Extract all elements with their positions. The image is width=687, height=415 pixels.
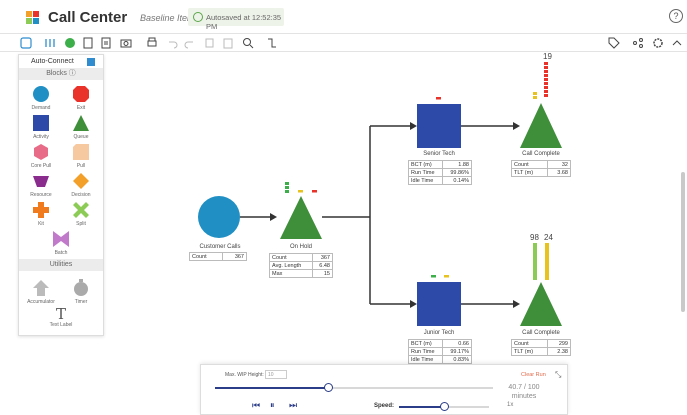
customer-calls-stats: Count 367 (188, 252, 247, 261)
on-hold-node[interactable] (280, 196, 322, 239)
triangle-icon (73, 115, 89, 131)
call-complete-bottom-stats: Count 299 TLT (m) 2.38 (511, 339, 572, 356)
call-complete-top-label: Call Complete (522, 151, 560, 157)
call-complete-top-stats: Count 32 TLT (m) 3.68 (511, 160, 572, 177)
speed-slider[interactable] (399, 402, 489, 411)
call-complete-top-count: 19 (543, 52, 552, 61)
customer-calls-node[interactable] (198, 196, 240, 238)
run-time-readout: 40.7 / 100 minutes (508, 384, 540, 400)
block-demand[interactable]: Demand (21, 85, 61, 111)
block-batch[interactable]: Batch (41, 230, 81, 256)
run-progress-slider[interactable] (215, 383, 493, 392)
block-activity[interactable]: Activity (21, 114, 61, 140)
on-hold-stats: Count 367 Avg. Length 6.48 Max 15 (268, 253, 333, 278)
call-complete-bottom-count-b: 24 (544, 233, 553, 242)
block-resource[interactable]: Resource (21, 172, 61, 198)
speed-value: 1x (507, 402, 514, 408)
junior-tech-label: Junior Tech (423, 330, 455, 336)
plus-icon (33, 202, 49, 218)
diamond-icon (73, 173, 89, 189)
trapezoid-icon (33, 176, 49, 187)
utility-accumulator[interactable]: Accumulator (21, 279, 61, 305)
block-queue[interactable]: Queue (61, 114, 101, 140)
call-complete-bottom-stack (533, 243, 549, 280)
speed-handle[interactable] (440, 402, 449, 411)
utility-text-label[interactable]: T Text Label (41, 306, 81, 328)
call-complete-bottom-label: Call Complete (522, 330, 560, 336)
junior-tech-node[interactable] (417, 282, 461, 326)
block-kit[interactable]: Kit (21, 201, 61, 227)
block-split[interactable]: Split (61, 201, 101, 227)
senior-tech-node[interactable] (417, 104, 461, 148)
vertical-scrollbar[interactable] (681, 172, 685, 312)
pause-icon[interactable]: ⏸ (270, 400, 275, 411)
bowtie-icon (53, 231, 69, 247)
wip-height-label: Max. WIP Height: (225, 372, 264, 378)
senior-tech-stats: BCT (m) 1.88 Run Time 99.86% Idle Time 0.14… (407, 160, 472, 185)
clear-run-link[interactable]: Clear Run (521, 372, 546, 378)
call-complete-bottom-node[interactable] (520, 282, 562, 326)
accumulator-icon (33, 280, 49, 296)
call-complete-bottom-count-a: 98 (530, 233, 539, 242)
simulation-player: Max. WIP Height: 10 Clear Run ⤡ 40.7 / 1… (200, 364, 568, 415)
on-hold-wip-markers (285, 182, 317, 193)
wip-height-input[interactable]: 10 (265, 370, 287, 379)
call-complete-top-stack (533, 62, 548, 99)
senior-tech-label: Senior Tech (423, 151, 455, 157)
help-icon[interactable]: ⓘ (69, 70, 76, 77)
square-icon (33, 115, 49, 131)
junior-tech-wip-markers (431, 275, 449, 278)
pull-icon (73, 144, 89, 160)
block-decision[interactable]: Decision (61, 172, 101, 198)
hexagon-icon (34, 144, 48, 160)
block-pull[interactable]: Pull (61, 143, 101, 169)
timer-icon (74, 279, 88, 296)
utility-timer[interactable]: Timer (61, 279, 101, 305)
skip-back-icon[interactable]: ⏮ (252, 400, 260, 411)
circle-icon (33, 86, 49, 102)
split-icon (73, 202, 89, 218)
call-complete-top-node[interactable] (520, 103, 562, 148)
customer-calls-label: Customer Calls (199, 244, 241, 250)
octagon-icon (73, 86, 89, 102)
block-exit[interactable]: Exit (61, 85, 101, 111)
auto-connect-label: Auto-Connect (31, 58, 74, 65)
utilities-header: Utilities (19, 259, 103, 271)
senior-tech-wip-marker (436, 97, 441, 100)
auto-connect-checkbox[interactable] (87, 58, 95, 66)
text-icon: T (55, 305, 66, 323)
block-core-pull[interactable]: Core Pull (21, 143, 61, 169)
step-forward-icon[interactable]: ⏭ (289, 400, 297, 411)
progress-handle[interactable] (324, 383, 334, 392)
on-hold-label: On Hold (289, 244, 312, 250)
blocks-header: Blocks ⓘ (19, 68, 103, 80)
blocks-palette: Auto-Connect Blocks ⓘ Demand Exit Activi… (18, 54, 104, 336)
collapse-player-icon[interactable]: ⤡ (555, 370, 561, 380)
junior-tech-stats: BCT (m) 0.66 Run Time 99.17% Idle Time 0.83… (407, 339, 472, 364)
speed-label: Speed: (374, 403, 395, 409)
